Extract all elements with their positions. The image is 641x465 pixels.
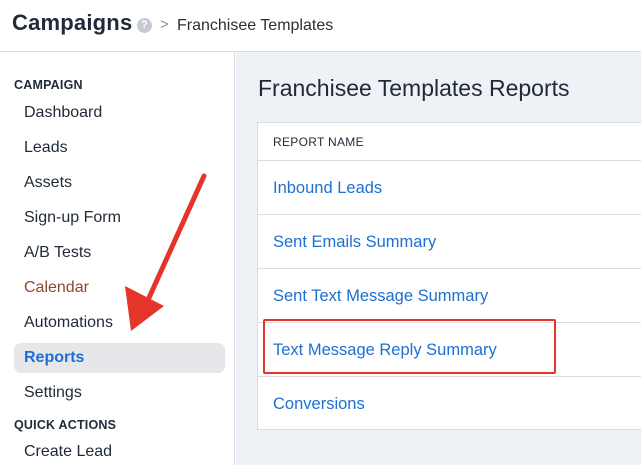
sidebar-item-assets[interactable]: Assets	[14, 168, 225, 198]
sidebar-item-leads[interactable]: Leads	[14, 133, 225, 163]
report-link-inbound-leads[interactable]: Inbound Leads	[258, 161, 641, 215]
help-icon[interactable]: ?	[137, 18, 152, 33]
sidebar-item-automations[interactable]: Automations	[14, 308, 225, 338]
section-label-quick-actions: QUICK ACTIONS	[14, 418, 117, 432]
report-link-sent-text-message-summary[interactable]: Sent Text Message Summary	[258, 269, 641, 323]
sidebar-item-dashboard[interactable]: Dashboard	[14, 98, 225, 128]
report-link-sent-emails-summary[interactable]: Sent Emails Summary	[258, 215, 641, 269]
quick-action-create-lead[interactable]: Create Lead	[14, 437, 225, 465]
app-title[interactable]: Campaigns	[12, 10, 132, 36]
section-label-campaign: CAMPAIGN	[14, 78, 83, 92]
main-content: Franchisee Templates Reports REPORT NAME…	[236, 52, 641, 465]
sidebar-item-reports[interactable]: Reports	[14, 343, 225, 373]
breadcrumb-separator-icon: >	[160, 16, 169, 33]
report-link-text-message-reply-summary[interactable]: Text Message Reply Summary	[258, 323, 641, 377]
sidebar-item-ab-tests[interactable]: A/B Tests	[14, 238, 225, 268]
sidebar: CAMPAIGN Dashboard Leads Assets Sign-up …	[0, 52, 235, 465]
report-table: REPORT NAME Inbound Leads Sent Emails Su…	[257, 122, 641, 430]
breadcrumb-current: Franchisee Templates	[177, 17, 334, 34]
sidebar-item-settings[interactable]: Settings	[14, 378, 225, 408]
column-header-report-name: REPORT NAME	[258, 123, 641, 161]
sidebar-item-calendar[interactable]: Calendar	[14, 273, 225, 303]
sidebar-item-signup-form[interactable]: Sign-up Form	[14, 203, 225, 233]
top-bar: Campaigns ? > Franchisee Templates	[0, 0, 641, 52]
page-title: Franchisee Templates Reports	[258, 75, 570, 101]
report-link-conversions[interactable]: Conversions	[258, 377, 641, 431]
